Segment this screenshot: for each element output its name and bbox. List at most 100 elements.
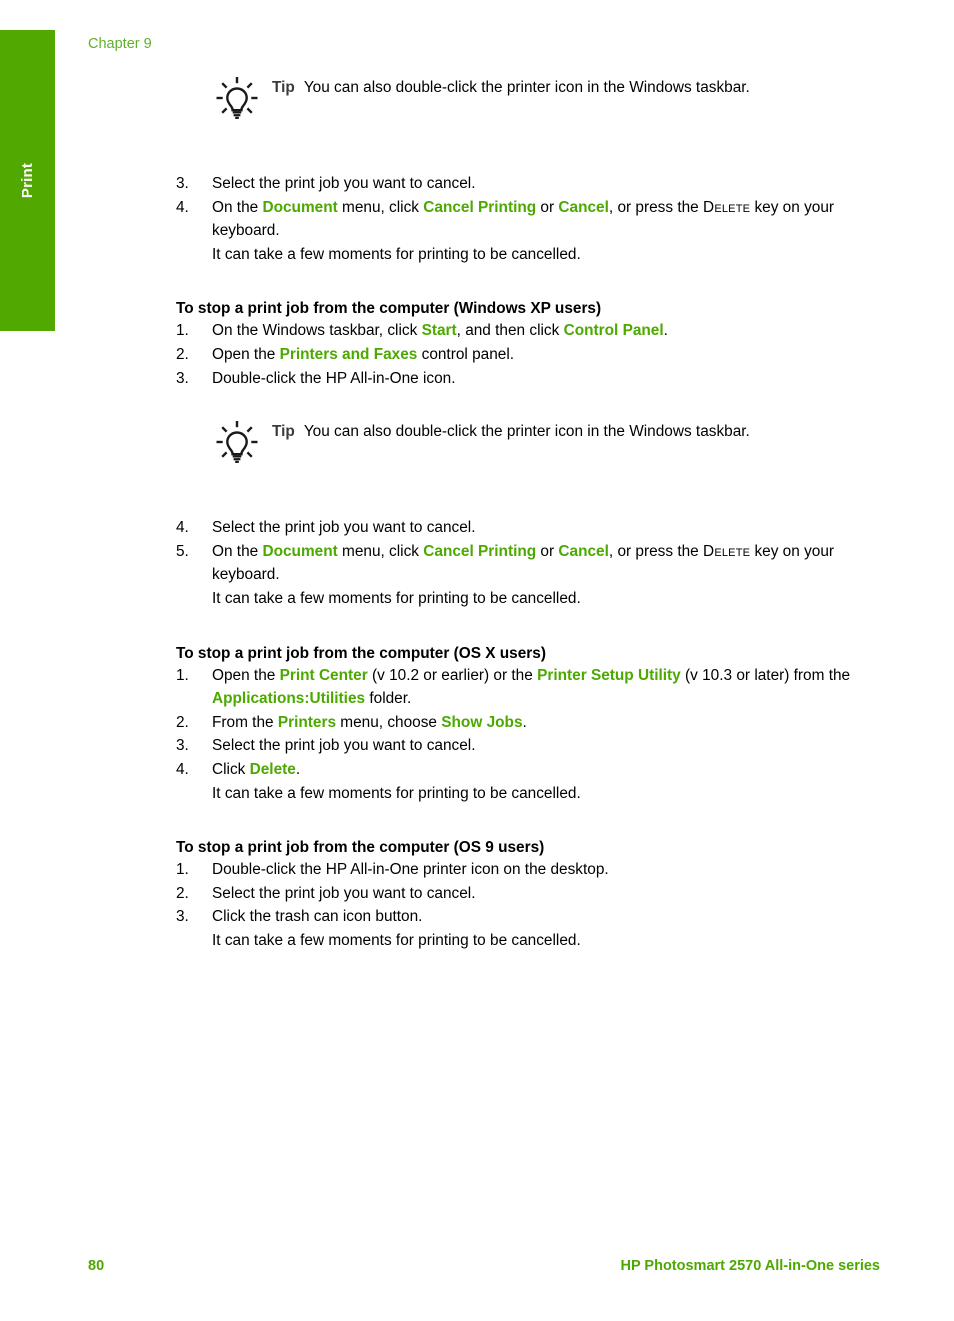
lightbulb-icon [216,421,258,464]
step-text: Double-click the HP All-in-One printer i… [212,861,609,878]
text-run: menu, click [337,198,424,216]
step-item: 4. On the Document menu, click Cancel Pri… [176,196,854,267]
key-name: Delete [703,198,751,216]
ui-term: Document [262,198,338,216]
step-number: 1. [176,322,189,340]
step-text: Select the print job you want to cancel. [212,519,476,536]
ui-term: Printers and Faxes [279,345,418,363]
step-number: 4. [176,198,189,216]
step-list: 1. Open the Print Center (v 10.2 or earli… [176,664,854,806]
text-run: , or press the [608,198,703,216]
step-number: 2. [176,713,189,731]
text-run: Click [212,760,250,778]
step-number: 1. [176,861,189,879]
text-run: It can take a few moments for printing t… [212,589,581,607]
step-list: 1. Double-click the HP All-in-One printer… [176,858,854,952]
procedure-heading: To stop a print job from the computer (W… [176,300,602,318]
step-text: Click Delete. [212,761,300,778]
text-run: control panel. [417,345,515,363]
page-footer: 80 HP Photosmart 2570 All-in-One series [88,1258,880,1274]
text-run: menu, click [337,542,424,560]
step-text: On the Document menu, click Cancel Print… [212,199,834,240]
text-run: , or press the [608,542,703,560]
text-run: On the [212,542,263,560]
ui-term: Print Center [279,666,368,684]
step-number: 3. [176,175,189,192]
content-flow: Tip You can also double-click the printer… [176,70,854,952]
step-text: Select the print job you want to cancel. [212,737,476,754]
step-text: On the Windows taskbar, click Start, and… [212,322,668,339]
step-text: Click the trash can icon button. [212,908,422,925]
ui-term: Document [262,542,338,560]
step-number: 3. [176,737,189,755]
step-item: 3. Select the print job you want to cance… [176,734,854,758]
step-continuation: It can take a few moments for printing t… [212,587,854,611]
step-item: 2. Select the print job you want to cance… [176,882,854,906]
page-content: Tip You can also double-click the printer… [176,70,854,952]
step-text: Open the Printers and Faxes control pane… [212,346,514,363]
step-text: From the Printers menu, choose Show Jobs… [212,714,527,731]
ui-term: Start [421,322,457,340]
step-text: Open the Print Center (v 10.2 or earlier… [212,667,850,708]
tip-body: Tip You can also double-click the printer… [272,70,854,98]
text-run: Select the print job you want to cancel. [212,519,476,537]
text-run: Click the trash can icon button. [212,908,423,926]
step-item: 4. Select the print job you want to cance… [176,516,854,540]
procedure-heading: To stop a print job from the computer (O… [176,644,546,662]
step-number: 3. [176,908,189,926]
step-item: 2. From the Printers menu, choose Show Jo… [176,711,854,735]
tip-callout: Tip You can also double-click the printer… [176,70,854,132]
step-number: 1. [176,666,189,684]
step-item: 5. On the Document menu, click Cancel Pri… [176,540,854,611]
ui-term: Printers [277,713,337,731]
ui-term: Delete [249,760,296,778]
tip-body: Tip You can also double-click the printer… [272,414,854,442]
chapter-side-tab-label: Print [19,162,36,199]
lightbulb-icon [216,77,258,120]
text-run: It can take a few moments for printing t… [212,245,581,263]
step-continuation: It can take a few moments for printing t… [212,243,854,267]
procedure-heading: To stop a print job from the computer (O… [176,839,545,857]
step-item: 1. Double-click the HP All-in-One printer… [176,858,854,882]
step-item: 3. Click the trash can icon button. It can… [176,905,854,952]
step-number: 2. [176,884,189,902]
text-run: It can take a few moments for printing t… [212,931,581,949]
step-item: 4. Click Delete. It can take a few moments… [176,758,854,805]
text-run: Double-click the HP All-in-One printer i… [212,861,609,879]
step-number: 2. [176,345,189,363]
text-run: . [663,322,668,340]
tip-icon-wrapper [210,74,264,128]
book-title: HP Photosmart 2570 All-in-One series [620,1258,880,1274]
text-run: (v 10.2 or earlier) or the [367,666,538,684]
key-name: Delete [703,542,751,560]
text-run: Select the print job you want to cancel. [212,737,476,755]
step-text: Double-click the HP All-in-One icon. [212,370,456,387]
step-continuation: It can take a few moments for printing t… [212,929,854,953]
ui-term: Cancel Printing [423,542,537,560]
tip-label: Tip [272,423,295,441]
step-item: 1. On the Windows taskbar, click Start, a… [176,319,854,343]
ui-term: Cancel [558,198,609,216]
text-run: It can take a few moments for printing t… [212,784,581,802]
ui-term: Printer Setup Utility [537,666,681,684]
step-item: 3. Double-click the HP All-in-One icon. [176,367,854,391]
page-number: 80 [88,1258,105,1274]
text-run: folder. [365,690,412,708]
ui-term: Cancel Printing [423,198,537,216]
text-run: or [536,198,559,216]
tip-icon-wrapper [210,418,264,472]
text-run: Select the print job you want to cancel. [212,175,476,192]
text-run: (v 10.3 or later) from the [680,666,851,684]
tip-text: You can also double-click the printer ic… [303,79,750,96]
chapter-side-tab: Print [0,30,55,331]
ui-term: Cancel [558,542,609,560]
step-number: 5. [176,542,189,560]
ui-term: Applications:Utilities [212,690,366,708]
tip-callout: Tip You can also double-click the printer… [176,414,854,476]
text-run: , and then click [456,322,564,340]
tip-label: Tip [272,79,295,96]
ui-term: Control Panel [563,322,664,340]
